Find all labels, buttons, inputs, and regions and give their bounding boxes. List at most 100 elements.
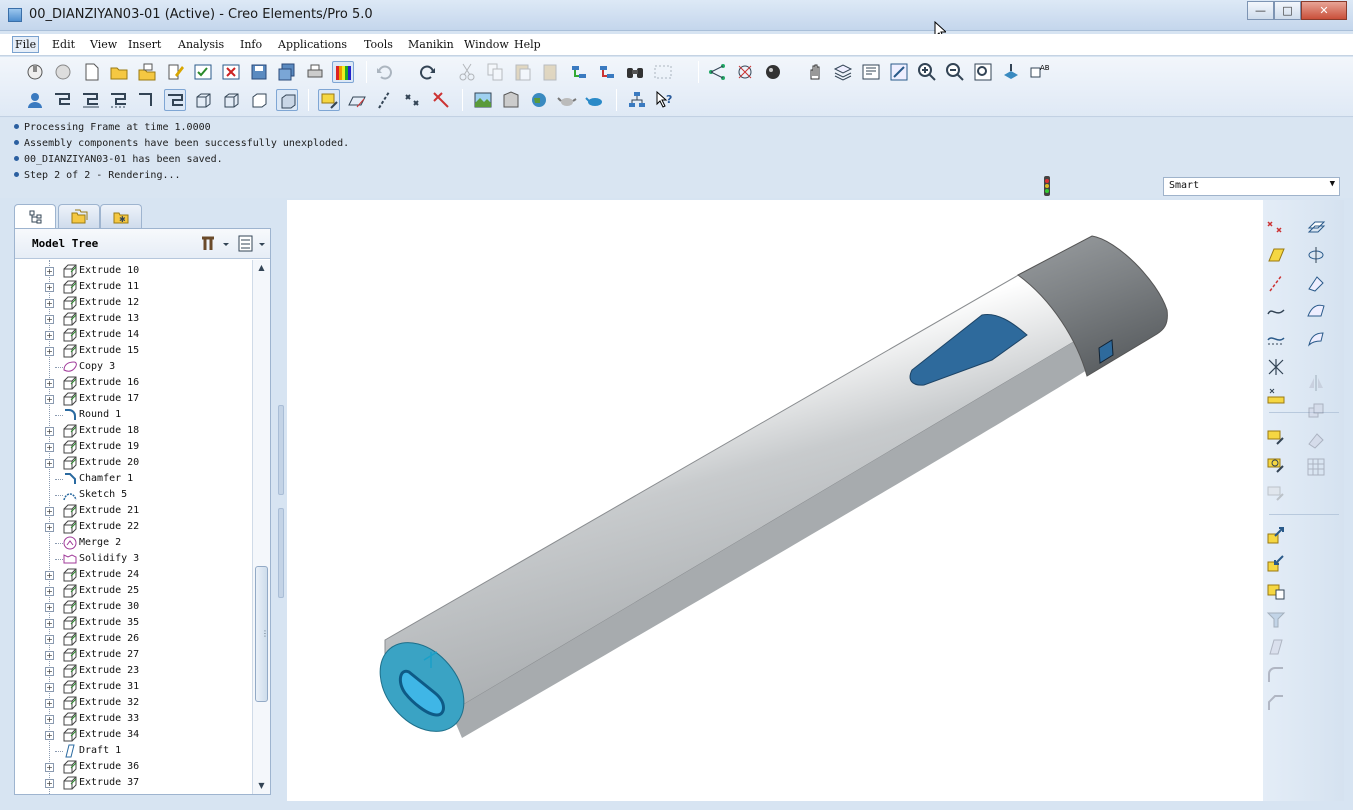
tree-item[interactable]: + Extrude 34 [15, 727, 251, 743]
expand-icon[interactable]: + [45, 427, 54, 436]
sketched-curve-icon[interactable] [1265, 300, 1287, 322]
save-icon[interactable] [248, 61, 270, 83]
new-file-icon[interactable] [80, 61, 102, 83]
expand-icon[interactable]: + [45, 347, 54, 356]
tree-item[interactable]: + Extrude 15 [15, 343, 251, 359]
offset-surface-icon[interactable] [1305, 216, 1327, 238]
edit-file-icon[interactable] [164, 61, 186, 83]
expand-icon[interactable]: + [45, 699, 54, 708]
expand-icon[interactable]: + [45, 683, 54, 692]
maximize-button[interactable]: □ [1274, 1, 1301, 20]
tree-item[interactable]: Sketch 5 [15, 487, 251, 503]
sketch-line-3-icon[interactable] [108, 89, 130, 111]
tree-item[interactable]: + Extrude 26 [15, 631, 251, 647]
menu-insert[interactable]: Insert [128, 38, 161, 51]
copy-icon[interactable] [484, 61, 506, 83]
panel-splitter[interactable] [276, 200, 286, 801]
erase-session-icon[interactable] [52, 61, 74, 83]
tree-item[interactable]: + Extrude 10 [15, 263, 251, 279]
expand-icon[interactable]: + [45, 715, 54, 724]
redo-icon[interactable] [416, 61, 438, 83]
tree-item[interactable]: Solidify 3 [15, 551, 251, 567]
expand-icon[interactable]: + [45, 507, 54, 516]
expand-icon[interactable]: + [45, 331, 54, 340]
tree-item[interactable]: + Extrude 35 [15, 615, 251, 631]
zoom-in-icon[interactable] [916, 61, 938, 83]
regen-manager-icon[interactable] [596, 61, 618, 83]
sketch-line-2-icon[interactable] [80, 89, 102, 111]
sketch-line-4-icon[interactable] [136, 89, 158, 111]
open-folder-icon[interactable] [108, 61, 130, 83]
layers-icon[interactable] [832, 61, 854, 83]
expand-icon[interactable]: + [45, 315, 54, 324]
reorient-icon[interactable] [888, 61, 910, 83]
tree-item[interactable]: Draft 1 [15, 743, 251, 759]
scroll-down-arrow-icon[interactable]: ▼ [253, 778, 270, 794]
expand-icon[interactable]: + [45, 267, 54, 276]
pattern-icon[interactable] [1305, 456, 1327, 478]
traffic-light-icon[interactable] [1040, 176, 1054, 196]
menu-info[interactable]: Info [240, 38, 262, 51]
expand-icon[interactable]: + [45, 571, 54, 580]
render-teapot-icon[interactable] [556, 89, 578, 111]
chamfer-tool-icon[interactable] [1265, 692, 1287, 714]
shading-icon[interactable] [276, 89, 298, 111]
tree-item[interactable]: + Extrude 27 [15, 647, 251, 663]
splitter-handle-lower[interactable] [278, 508, 284, 598]
tree-item[interactable]: Copy 3 [15, 359, 251, 375]
tree-item[interactable]: + Extrude 12 [15, 295, 251, 311]
saved-views-icon[interactable] [860, 61, 882, 83]
expand-icon[interactable]: + [45, 299, 54, 308]
csys-display-icon[interactable] [430, 89, 452, 111]
datum-axis-display-icon[interactable] [346, 89, 368, 111]
expand-icon[interactable]: + [45, 395, 54, 404]
tree-item[interactable]: + Extrude 30 [15, 599, 251, 615]
expand-icon[interactable]: + [45, 731, 54, 740]
revolve-icon[interactable] [1305, 244, 1327, 266]
no-hidden-icon[interactable] [248, 89, 270, 111]
tree-item[interactable]: + Extrude 14 [15, 327, 251, 343]
extrude-tool-icon[interactable] [1265, 426, 1287, 448]
menu-tools[interactable]: Tools [364, 38, 393, 51]
expand-icon[interactable]: + [45, 619, 54, 628]
datum-display-icon[interactable] [706, 61, 728, 83]
menu-analysis[interactable]: Analysis [178, 38, 224, 51]
menu-help[interactable]: Help [514, 38, 541, 51]
selection-filter-dropdown[interactable]: Smart ▼ [1163, 177, 1340, 196]
tree-item[interactable]: + Extrude 19 [15, 439, 251, 455]
tree-item[interactable]: + Extrude 20 [15, 455, 251, 471]
expand-icon[interactable]: + [45, 635, 54, 644]
trim-icon[interactable] [1305, 428, 1327, 450]
expand-icon[interactable]: + [45, 603, 54, 612]
splitter-handle-upper[interactable] [278, 405, 284, 495]
pan-hand-icon[interactable] [804, 61, 826, 83]
user-icon[interactable] [24, 89, 46, 111]
render-region-icon[interactable] [584, 89, 606, 111]
hidden-line-icon[interactable] [220, 89, 242, 111]
menu-window[interactable]: Window [464, 38, 509, 51]
expand-icon[interactable]: + [45, 523, 54, 532]
model-tree-structure-icon[interactable] [626, 89, 648, 111]
settings-tools-icon[interactable] [199, 234, 233, 254]
tree-item[interactable]: + Extrude 37 [15, 775, 251, 791]
cut-out-icon[interactable] [1265, 608, 1287, 630]
annotation-display-icon[interactable]: AB [1028, 61, 1050, 83]
expand-icon[interactable]: + [45, 763, 54, 772]
menu-view[interactable]: View [90, 38, 117, 51]
open-multiple-icon[interactable] [136, 61, 158, 83]
expand-icon[interactable]: + [45, 651, 54, 660]
revolve-tool-icon[interactable] [1265, 454, 1287, 476]
assemble-icon[interactable] [1265, 524, 1287, 546]
model-render[interactable] [287, 200, 1263, 801]
open-session-icon[interactable] [24, 61, 46, 83]
tree-item[interactable]: + Extrude 24 [15, 567, 251, 583]
datum-plane-display-icon[interactable] [318, 89, 340, 111]
tree-item[interactable]: Chamfer 1 [15, 471, 251, 487]
save-check-icon[interactable] [192, 61, 214, 83]
room-icon[interactable] [500, 89, 522, 111]
draft-tool-icon[interactable] [1265, 636, 1287, 658]
tree-item[interactable]: + Extrude 36 [15, 759, 251, 775]
datum-axis-icon[interactable] [1265, 272, 1287, 294]
refit-icon[interactable] [972, 61, 994, 83]
expand-icon[interactable]: + [45, 779, 54, 788]
